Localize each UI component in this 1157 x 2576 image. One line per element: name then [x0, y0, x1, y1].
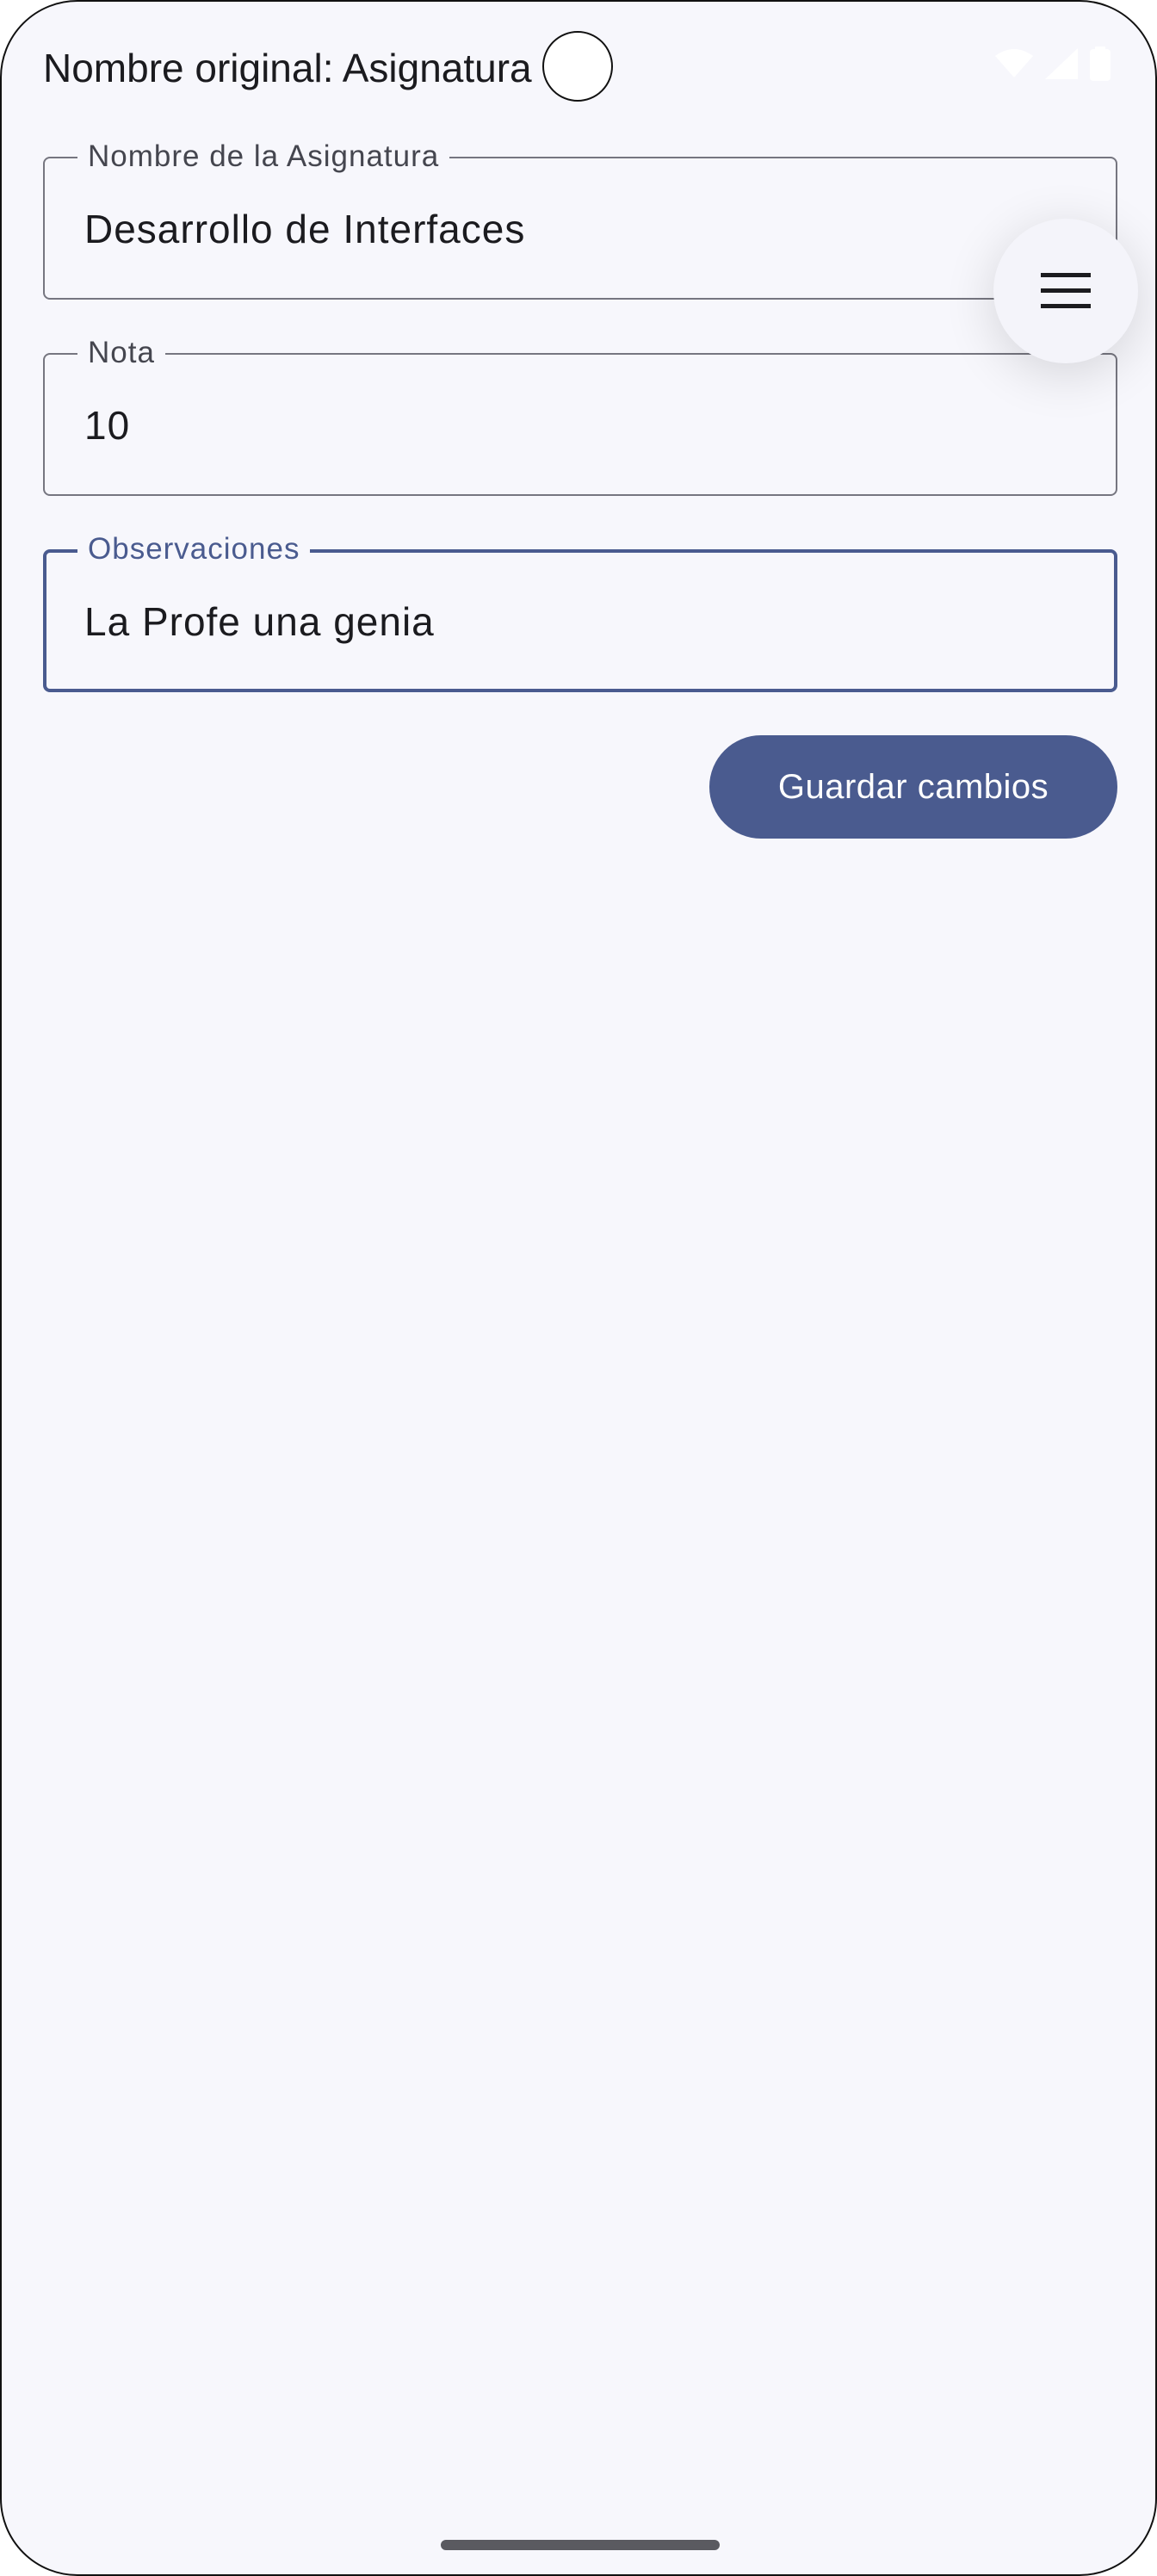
- status-icons: [995, 46, 1111, 81]
- grade-field: Nota: [43, 336, 1117, 496]
- status-bar-title: Nombre original: Asignatura: [43, 46, 532, 90]
- battery-icon: [1090, 46, 1111, 81]
- wifi-icon: [995, 49, 1033, 78]
- observations-label: Observaciones: [77, 532, 311, 567]
- signal-icon: [1045, 48, 1078, 79]
- observations-input[interactable]: [84, 594, 1031, 649]
- subject-name-field: Nombre de la Asignatura: [43, 139, 1117, 300]
- save-button[interactable]: Guardar cambios: [709, 735, 1117, 839]
- observations-field: Observaciones: [43, 532, 1117, 692]
- gesture-nav-handle[interactable]: [441, 2540, 720, 2550]
- menu-button[interactable]: [993, 219, 1138, 363]
- screen: Nombre original: Asignatura Nombre de la…: [0, 0, 1157, 2576]
- subject-name-input[interactable]: [84, 201, 1031, 257]
- menu-icon: [1041, 273, 1091, 309]
- grade-label: Nota: [77, 336, 165, 370]
- grade-input[interactable]: [84, 398, 1031, 453]
- subject-name-label: Nombre de la Asignatura: [77, 139, 450, 174]
- camera-cutout: [542, 31, 613, 102]
